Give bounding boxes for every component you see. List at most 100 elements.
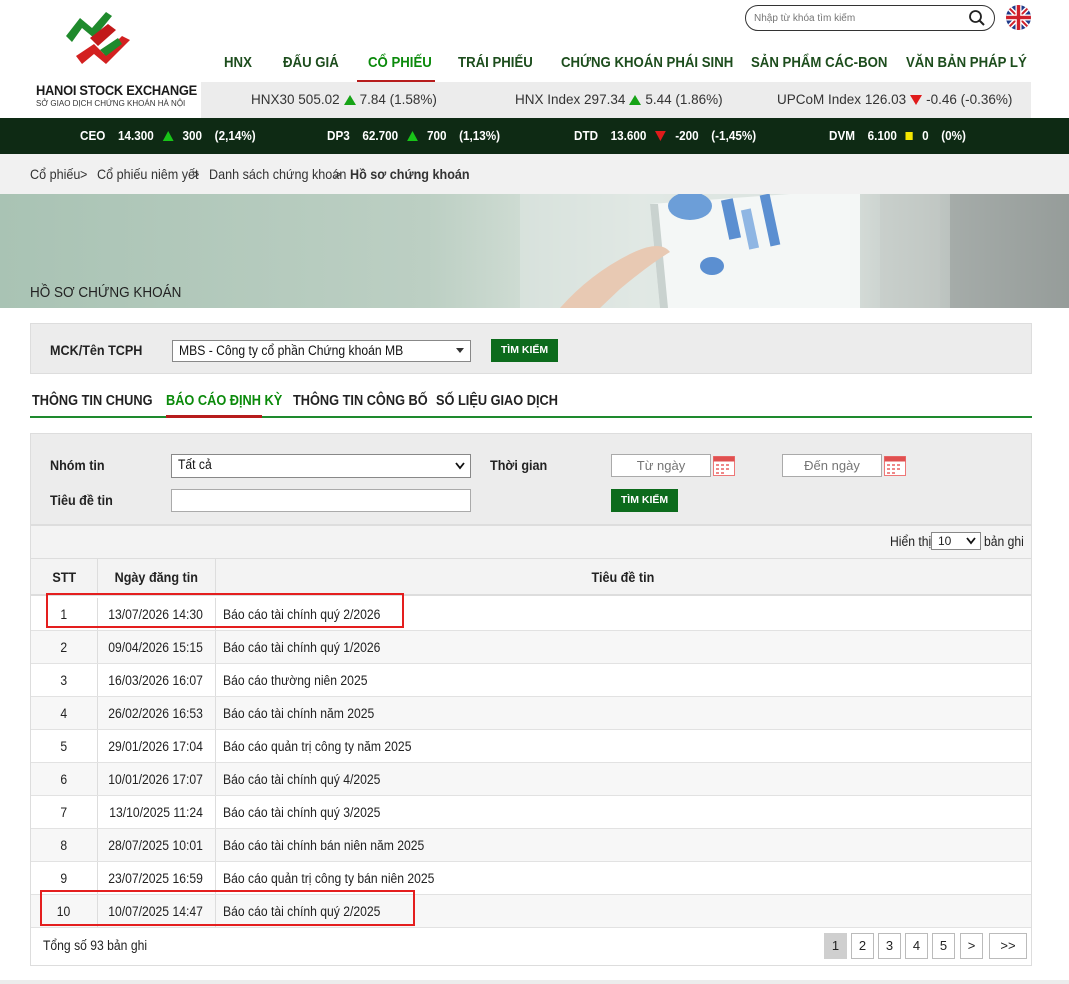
- row-stt: 8: [60, 838, 68, 853]
- highlight-box: [40, 890, 415, 926]
- filter-search-button[interactable]: TÌM KIẾM: [611, 489, 678, 512]
- row-title-link[interactable]: Báo cáo tài chính quý 1/2026: [223, 631, 1023, 664]
- page-last[interactable]: >>: [989, 933, 1027, 959]
- breadcrumb-current: Hồ sơ chứng khoán: [350, 166, 470, 182]
- header-date: Ngày đăng tin: [114, 569, 198, 585]
- highlight-box: [46, 593, 404, 628]
- row-title-link[interactable]: Báo cáo tài chính quý 3/2025: [223, 796, 1023, 829]
- search-icon[interactable]: [968, 9, 986, 27]
- table-row[interactable]: 3 16/03/2026 16:07 Báo cáo thường niên 202…: [31, 664, 1031, 697]
- ticker-item[interactable]: CEO 14.300 300 (2,14%): [80, 118, 256, 154]
- table-row[interactable]: 7 13/10/2025 11:24 Báo cáo tài chính quý 3…: [31, 796, 1031, 829]
- ticker-item[interactable]: DVM 6.100 0 (0%): [829, 118, 966, 154]
- page-size-bar: Hiển thị 10 bản ghi: [31, 526, 1031, 559]
- time-label: Thời gian: [490, 457, 548, 473]
- row-title-link[interactable]: Báo cáo tài chính bán niên năm 2025: [223, 829, 1023, 862]
- row-date: 13/10/2025 11:24: [109, 805, 203, 820]
- page-3[interactable]: 3: [878, 933, 901, 959]
- table-row[interactable]: 2 09/04/2026 15:15 Báo cáo tài chính quý 1…: [31, 631, 1031, 664]
- total-records: Tổng số 93 bản ghi: [43, 938, 148, 953]
- page-title: HỒ SƠ CHỨNG KHOÁN: [30, 284, 182, 301]
- breadcrumb-separator: >: [192, 166, 200, 182]
- records-label: bản ghi: [984, 534, 1024, 549]
- page-next[interactable]: >: [960, 933, 983, 959]
- hnx-logo[interactable]: HANOI STOCK EXCHANGE SỞ GIAO DỊCH CHỨNG …: [30, 8, 197, 112]
- row-title-link[interactable]: Báo cáo tài chính năm 2025: [223, 697, 1023, 730]
- row-title-link[interactable]: Báo cáo quản trị công ty năm 2025: [223, 730, 1023, 763]
- breadcrumb-separator: >: [334, 166, 342, 182]
- title-input[interactable]: [171, 489, 471, 512]
- nav-san-pham-cac-bon[interactable]: SẢN PHẨM CÁC-BON: [751, 48, 887, 82]
- page-bottom-border: [0, 980, 1069, 984]
- show-label: Hiển thị: [890, 534, 932, 549]
- group-label: Nhóm tin: [50, 457, 105, 473]
- flat-square-icon: [905, 132, 914, 140]
- breadcrumb-co-phieu-niem-yet[interactable]: Cổ phiếu niêm yết: [97, 154, 199, 194]
- tab-bao-cao-dinh-ky[interactable]: BÁO CÁO ĐỊNH KỲ: [166, 393, 282, 409]
- breadcrumb-co-phieu[interactable]: Cổ phiếu: [30, 154, 80, 194]
- site-search-input[interactable]: [754, 9, 964, 27]
- stock-search-panel: MCK/Tên TCPH MBS - Công ty cổ phần Chứng…: [30, 323, 1032, 374]
- tab-thong-tin-cong-bo[interactable]: THÔNG TIN CÔNG BỐ: [293, 393, 428, 409]
- table-row[interactable]: 6 10/01/2026 17:07 Báo cáo tài chính quý 4…: [31, 763, 1031, 796]
- nav-co-phieu[interactable]: CỔ PHIẾU: [368, 48, 432, 82]
- chevron-down-icon: [455, 462, 465, 470]
- table-footer: Tổng số 93 bản ghi 1 2 3 4 5 > >>: [31, 926, 1031, 966]
- up-arrow-icon: [629, 95, 642, 105]
- nav-van-ban-phap-ly[interactable]: VĂN BẢN PHÁP LÝ: [906, 48, 1027, 82]
- row-date: 10/01/2026 17:07: [108, 772, 204, 787]
- group-select[interactable]: Tất cả: [171, 454, 471, 478]
- breadcrumb-separator: >: [80, 166, 88, 182]
- table-row[interactable]: 4 26/02/2026 16:53 Báo cáo tài chính năm 2…: [31, 697, 1031, 730]
- page-size-select[interactable]: 10: [931, 532, 981, 550]
- row-date: 09/04/2026 15:15: [108, 640, 204, 655]
- row-stt: 4: [60, 706, 68, 721]
- row-stt: 6: [60, 772, 68, 787]
- table-row[interactable]: 8 28/07/2025 10:01 Báo cáo tài chính bán n…: [31, 829, 1031, 862]
- hnx-logo-icon: [66, 12, 130, 64]
- stock-select[interactable]: MBS - Công ty cổ phần Chứng khoán MB: [172, 340, 471, 362]
- site-header: HANOI STOCK EXCHANGE SỞ GIAO DỊCH CHỨNG …: [0, 0, 1069, 118]
- row-date: 16/03/2026 16:07: [108, 673, 204, 688]
- stock-ticker: CEO 14.300 300 (2,14%) DP3 62.700 700 (1,13%) …: [0, 118, 1069, 154]
- nav-chung-khoan-phai-sinh[interactable]: CHỨNG KHOÁN PHÁI SINH: [561, 48, 733, 82]
- table-row[interactable]: 5 29/01/2026 17:04 Báo cáo quản trị công t…: [31, 730, 1031, 763]
- index-upcom[interactable]: UPCoM Index 126.03 -0.46 (-0.36%): [777, 82, 1012, 118]
- uk-flag-icon[interactable]: [1006, 5, 1031, 30]
- tab-thong-tin-chung[interactable]: THÔNG TIN CHUNG: [32, 393, 153, 409]
- page-2[interactable]: 2: [851, 933, 874, 959]
- logo-subtitle: SỞ GIAO DỊCH CHỨNG KHOÁN HÀ NỘI: [36, 99, 186, 108]
- calendar-icon[interactable]: [884, 456, 906, 476]
- down-arrow-icon: [655, 131, 667, 141]
- index-hnx-index[interactable]: HNX Index 297.34 5.44 (1.86%): [515, 82, 723, 118]
- header-stt: STT: [52, 569, 76, 585]
- ticker-item[interactable]: DP3 62.700 700 (1,13%): [327, 118, 500, 154]
- up-arrow-icon: [343, 95, 356, 105]
- page-5[interactable]: 5: [932, 933, 955, 959]
- tab-so-lieu-giao-dich[interactable]: SỐ LIỆU GIAO DỊCH: [436, 393, 558, 409]
- from-date-input[interactable]: [611, 454, 711, 477]
- row-stt: 3: [60, 673, 68, 688]
- row-stt: 7: [60, 805, 68, 820]
- page-1[interactable]: 1: [824, 933, 847, 959]
- index-bar: HNX30 505.02 7.84 (1.58%) HNX Index 297.3…: [201, 82, 1031, 118]
- index-hnx30[interactable]: HNX30 505.02 7.84 (1.58%): [251, 82, 437, 118]
- to-date-input[interactable]: [782, 454, 882, 477]
- breadcrumb-danh-sach[interactable]: Danh sách chứng khoán: [209, 154, 346, 194]
- chevron-down-icon: [966, 537, 976, 545]
- nav-dau-gia[interactable]: ĐẤU GIÁ: [283, 48, 339, 82]
- ticker-item[interactable]: DTD 13.600 -200 (-1,45%): [574, 118, 756, 154]
- stock-search-button[interactable]: TÌM KIẾM: [491, 339, 558, 362]
- row-date: 29/01/2026 17:04: [108, 739, 204, 754]
- site-search: [745, 5, 995, 31]
- row-title-link[interactable]: Báo cáo tài chính quý 4/2025: [223, 763, 1023, 796]
- nav-trai-phieu[interactable]: TRÁI PHIẾU: [458, 48, 533, 82]
- row-stt: 2: [60, 640, 68, 655]
- row-title-link[interactable]: Báo cáo thường niên 2025: [223, 664, 1023, 697]
- page-4[interactable]: 4: [905, 933, 928, 959]
- caret-down-icon: [456, 348, 464, 353]
- calendar-icon[interactable]: [713, 456, 735, 476]
- row-stt: 5: [60, 739, 68, 754]
- nav-hnx[interactable]: HNX: [224, 48, 252, 82]
- tab-active-underline: [166, 415, 262, 418]
